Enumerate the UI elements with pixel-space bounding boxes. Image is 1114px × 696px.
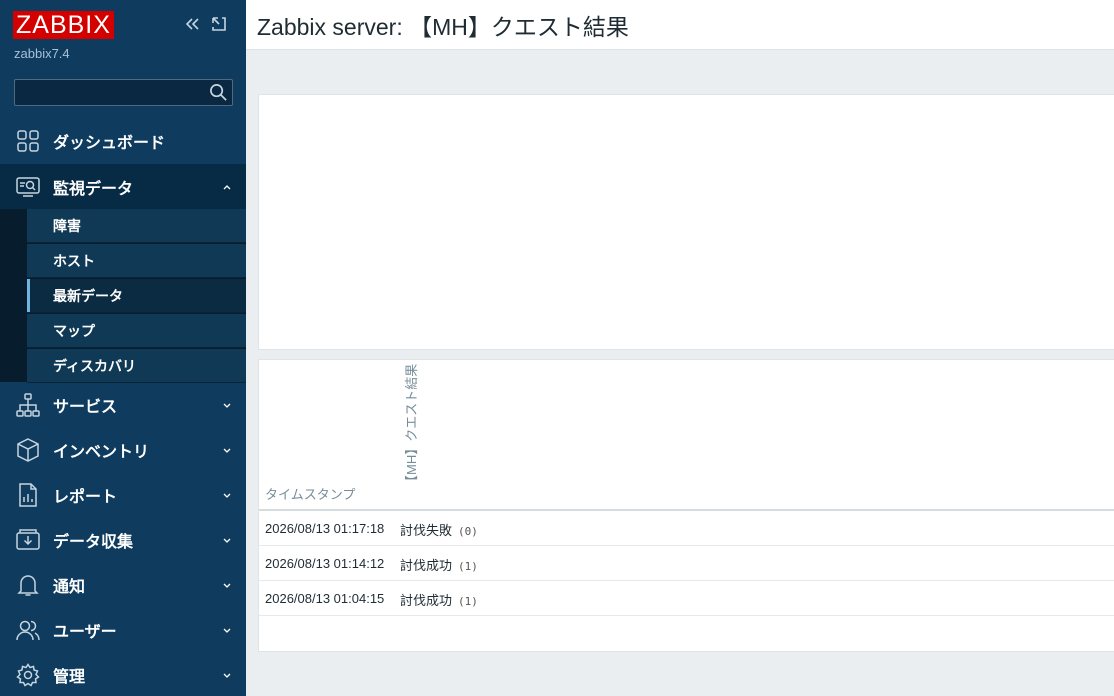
row-value: 討伐成功 (1) (400, 555, 478, 574)
row-value-code: (1) (458, 560, 478, 573)
menu-label-administration: 管理 (53, 668, 86, 686)
row-value: 討伐失敗 (0) (400, 520, 478, 539)
menu-label-users: ユーザー (53, 623, 117, 641)
table-row: 2026/08/13 01:17:18 討伐失敗 (0) (259, 511, 1114, 546)
row-value-code: (1) (458, 595, 478, 608)
chevron-down-icon (223, 673, 231, 678)
search-box (14, 79, 233, 106)
row-timestamp: 2026/08/13 01:14:12 (265, 556, 385, 571)
row-value: 討伐成功 (1) (400, 590, 478, 609)
menu-label-services: サービス (53, 398, 118, 416)
double-chevron-left-icon (185, 18, 199, 30)
users-icon (16, 618, 40, 642)
sidebar: ZABBIX zabbix7.4 ダッシュボード 監視データ 障害 ホスト 最新… (0, 0, 246, 696)
submenu-label-problems: 障害 (53, 217, 81, 234)
column-header-timestamp: タイムスタンプ (265, 487, 356, 502)
menu-item-reports[interactable]: レポート (0, 472, 246, 517)
graph-panel (258, 94, 1114, 350)
bell-icon (16, 573, 40, 597)
row-value-text: 討伐成功 (400, 593, 453, 608)
monitoring-submenu: 障害 ホスト 最新データ マップ ディスカバリ (0, 209, 246, 383)
monitor-icon (16, 175, 40, 199)
submenu-item-discovery[interactable]: ディスカバリ (27, 349, 246, 383)
menu-label-alerts: 通知 (53, 578, 86, 596)
box-icon (16, 437, 40, 462)
menu-item-alerts[interactable]: 通知 (0, 562, 246, 607)
page-title: Zabbix server: 【MH】クエスト結果 (257, 14, 629, 40)
chevron-down-icon (223, 403, 231, 408)
menu-item-data-collection[interactable]: データ収集 (0, 517, 246, 562)
menu-label-data-collection: データ収集 (53, 533, 134, 551)
submenu-item-problems[interactable]: 障害 (27, 209, 246, 243)
menu-label-reports: レポート (53, 488, 118, 506)
table-row: 2026/08/13 01:14:12 討伐成功 (1) (259, 546, 1114, 581)
row-timestamp: 2026/08/13 01:04:15 (265, 591, 385, 606)
chevron-down-icon (223, 583, 231, 588)
row-value-text: 討伐成功 (400, 558, 453, 573)
search-input[interactable] (15, 80, 205, 105)
row-value-code: (0) (458, 525, 478, 538)
menu-label-monitoring: 監視データ (53, 180, 134, 198)
zabbix-logo[interactable]: ZABBIX (13, 11, 114, 39)
submenu-label-maps: マップ (53, 322, 95, 339)
dashboard-icon (16, 129, 40, 153)
menu-item-monitoring[interactable]: 監視データ (0, 164, 246, 209)
menu-label-dashboard: ダッシュボード (53, 134, 166, 152)
history-table: タイムスタンプ 【MH】クエスト結果 2026/08/13 01:17:18 討… (258, 359, 1114, 652)
submenu-label-hosts: ホスト (53, 252, 95, 269)
chevron-down-icon (223, 538, 231, 543)
submenu-item-latest-data[interactable]: 最新データ (27, 279, 246, 313)
menu-item-administration[interactable]: 管理 (0, 652, 246, 696)
submenu-label-discovery: ディスカバリ (53, 357, 137, 374)
column-header-quest-result: 【MH】クエスト結果 (404, 363, 419, 488)
chevron-up-icon (223, 184, 231, 189)
row-value-text: 討伐失敗 (400, 523, 453, 538)
chevron-down-icon (223, 448, 231, 453)
menu-label-inventory: インベントリ (53, 443, 150, 461)
window-expand-icon (212, 17, 226, 31)
menu-item-users[interactable]: ユーザー (0, 607, 246, 652)
table-row: 2026/08/13 01:04:15 討伐成功 (1) (259, 581, 1114, 616)
menu-item-inventory[interactable]: インベントリ (0, 427, 246, 472)
row-timestamp: 2026/08/13 01:17:18 (265, 521, 385, 536)
server-name: zabbix7.4 (14, 46, 70, 61)
search-icon[interactable] (209, 83, 228, 102)
collapse-sidebar-button[interactable] (180, 12, 204, 36)
submenu-label-latest-data: 最新データ (53, 287, 123, 304)
submenu-item-maps[interactable]: マップ (27, 314, 246, 348)
menu-item-dashboard[interactable]: ダッシュボード (0, 118, 246, 163)
hierarchy-icon (16, 392, 40, 417)
gear-icon (16, 662, 40, 687)
page-header: Zabbix server: 【MH】クエスト結果 (246, 0, 1114, 50)
menu-item-services[interactable]: サービス (0, 382, 246, 427)
chevron-down-icon (223, 628, 231, 633)
download-icon (16, 528, 40, 552)
autohide-sidebar-button[interactable] (207, 12, 231, 36)
submenu-item-hosts[interactable]: ホスト (27, 244, 246, 278)
report-icon (16, 482, 40, 507)
chevron-down-icon (223, 493, 231, 498)
